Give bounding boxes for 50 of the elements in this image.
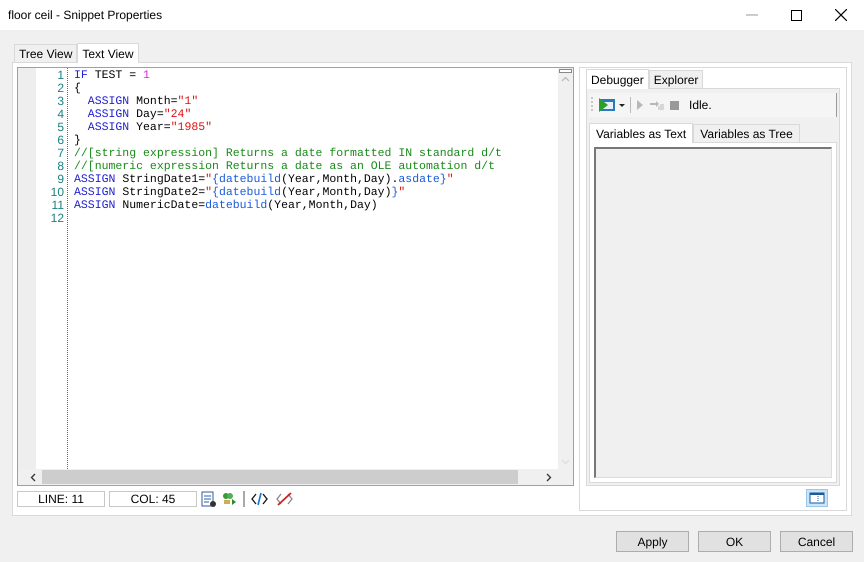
line-number: 9 xyxy=(56,173,64,186)
code-line: ASSIGN NumericDate=datebuild(Year,Month,Day) xyxy=(74,199,378,212)
variables-tab[interactable]: Variables as Tree xyxy=(693,124,800,142)
dialog-button[interactable]: OK xyxy=(698,531,771,552)
line-number: 6 xyxy=(56,134,64,147)
line-number: 5 xyxy=(56,121,64,134)
dialog-button[interactable]: Apply xyxy=(616,531,689,552)
line-number: 7 xyxy=(56,147,64,160)
minimize-icon[interactable] xyxy=(746,14,758,16)
horizontal-scrollbar[interactable] xyxy=(18,469,573,485)
line-indicator: LINE: 11 xyxy=(17,491,105,507)
dialog-button[interactable]: Cancel xyxy=(780,531,853,552)
code-line: ASSIGN Month="1" xyxy=(86,95,198,108)
line-number: 10 xyxy=(50,186,64,199)
panel-layout-icon[interactable] xyxy=(806,489,828,507)
line-number: 8 xyxy=(56,160,64,173)
run-window-icon[interactable] xyxy=(598,97,625,113)
line-number: 3 xyxy=(56,95,64,108)
code-tag-off-icon[interactable] xyxy=(276,492,293,506)
code-line: ASSIGN Year="1985" xyxy=(86,121,212,134)
code-tag-icon[interactable] xyxy=(251,492,268,506)
line-number: 1 xyxy=(56,69,64,82)
code-line: ASSIGN StringDate2="{datebuild(Year,Month,Day)}" xyxy=(74,186,406,199)
view-tab[interactable]: Tree View xyxy=(14,44,78,62)
panel-tab[interactable]: Debugger xyxy=(586,69,649,89)
code-line: //[string expression] Returns a date formatted IN standard d/t xyxy=(74,147,502,160)
code-line: ASSIGN Day="24" xyxy=(86,108,192,121)
column-indicator: COL: 45 xyxy=(109,491,197,507)
code-line: //[numeric expression Returns a date as an OLE automation d/t xyxy=(74,160,495,173)
maximize-icon[interactable] xyxy=(791,10,802,20)
line-number: 11 xyxy=(50,199,64,212)
panel-tab[interactable]: Explorer xyxy=(648,70,704,88)
debugger-status: Idle. xyxy=(689,97,712,114)
scroll-left-icon[interactable] xyxy=(30,472,36,482)
scrollbar-thumb[interactable] xyxy=(42,470,518,484)
scroll-right-icon[interactable] xyxy=(546,472,552,482)
document-search-icon[interactable] xyxy=(201,490,217,508)
code-line: IF TEST = 1 xyxy=(74,69,150,82)
line-number: 12 xyxy=(50,212,64,225)
variables-tab[interactable]: Variables as Text xyxy=(589,123,694,143)
code-line: ASSIGN StringDate1="{datebuild(Year,Month,Day).asdate}" xyxy=(74,173,454,186)
code-line: { xyxy=(74,82,81,95)
run-tree-icon[interactable] xyxy=(221,492,237,506)
code-line: } xyxy=(74,134,81,147)
line-number: 2 xyxy=(56,82,64,95)
view-tab[interactable]: Text View xyxy=(77,43,138,63)
close-icon[interactable] xyxy=(835,9,847,21)
line-number: 4 xyxy=(56,108,64,121)
window-title: floor ceil - Snippet Properties xyxy=(8,7,162,24)
stop-icon[interactable] xyxy=(670,100,679,110)
